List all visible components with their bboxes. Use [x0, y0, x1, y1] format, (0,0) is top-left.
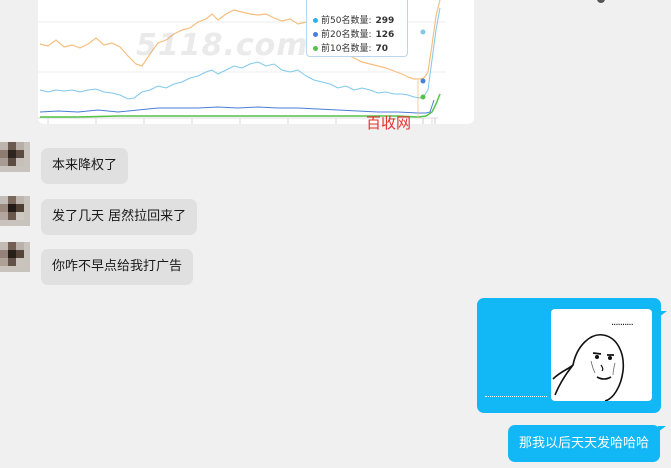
tooltip-row-top10: 前10名数量: 70 — [313, 41, 388, 54]
legend-dot-icon — [313, 46, 318, 51]
meme-face-icon — [552, 334, 625, 401]
message-bubble-incoming[interactable]: 发了几天 居然拉回来了 — [41, 199, 198, 235]
avatar[interactable] — [0, 142, 30, 172]
legend-dot-icon — [313, 32, 318, 37]
sticker-text: .......... — [611, 317, 634, 328]
chart-tooltip: 前50名数量: 299 前20名数量: 126 前10名数量: 70 — [306, 0, 408, 57]
point-top50 — [420, 29, 426, 35]
point-top10 — [420, 94, 426, 100]
point-top20 — [420, 78, 426, 84]
avatar[interactable] — [0, 242, 30, 272]
message-bubble-outgoing[interactable]: 那我以后天天发哈哈哈 — [508, 425, 660, 462]
avatar[interactable] — [0, 196, 30, 226]
tooltip-row-top50: 前50名数量: 299 — [313, 13, 394, 26]
bubble-tail — [659, 311, 667, 317]
shared-chart-image[interactable]: 5118.com 前50名数量: 299 前20名数量: 126 前10名数量: 70 — [38, 0, 474, 124]
more-options-icon[interactable] — [597, 0, 605, 3]
sticker-image[interactable]: .......... — [551, 309, 652, 401]
tooltip-row-top20: 前20名数量: 126 — [313, 27, 394, 40]
sticker-caption-dots — [485, 396, 547, 397]
bubble-tail — [658, 426, 666, 432]
chart-watermark: 5118.com — [136, 28, 309, 63]
legend-dot-icon — [313, 18, 318, 23]
message-bubble-incoming[interactable]: 本来降权了 — [41, 148, 129, 184]
message-bubble-incoming[interactable]: 你咋不早点给我打广告 — [41, 249, 194, 285]
source-watermark-label: 百收网 — [366, 114, 412, 132]
